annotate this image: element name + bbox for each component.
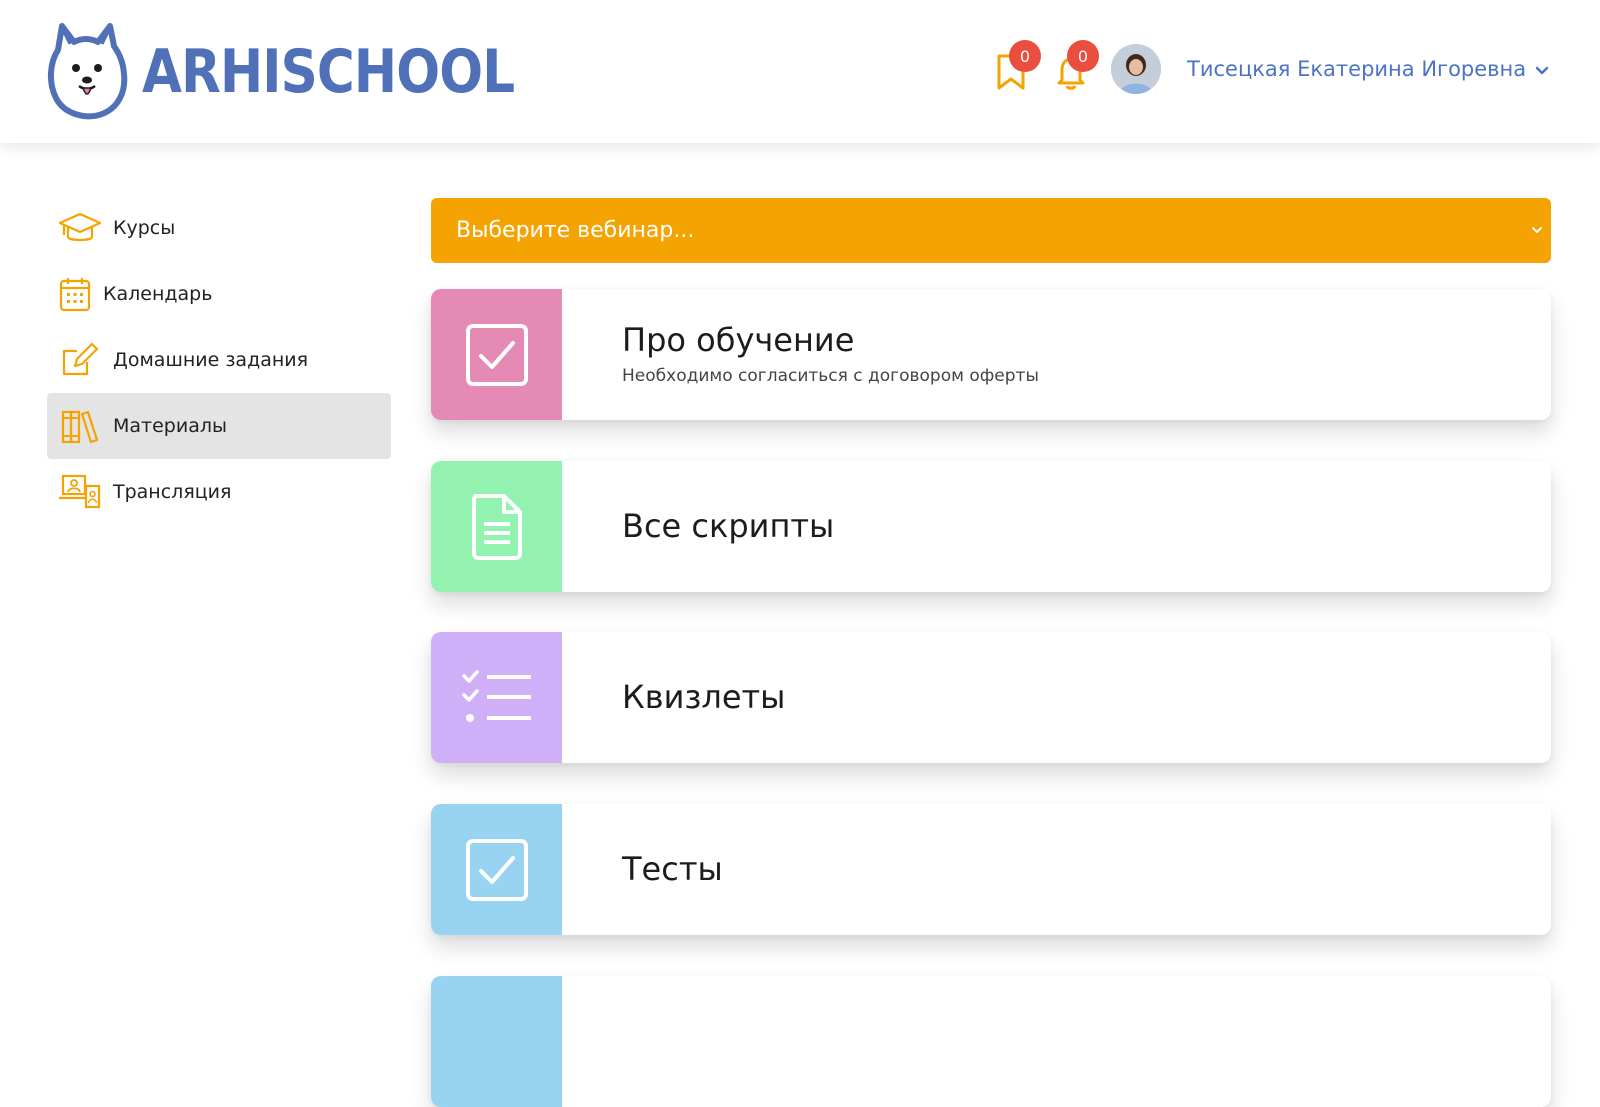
webinar-select[interactable]: Выберите вебинар...: [431, 198, 1551, 263]
sidebar-item-label: Материалы: [113, 415, 227, 437]
document-icon: [431, 461, 562, 592]
checkbox-icon: [431, 804, 562, 935]
user-name[interactable]: Тисецкая Екатерина Игоревна: [1187, 57, 1526, 81]
card-all-scripts[interactable]: Все скрипты: [431, 461, 1551, 592]
sidebar-item-materials[interactable]: Материалы: [47, 393, 391, 459]
bookmarks-count-badge: 0: [1009, 40, 1041, 72]
webinar-select-placeholder: Выберите вебинар...: [456, 218, 695, 243]
sidebar-item-courses[interactable]: Курсы: [47, 195, 391, 261]
sidebar-item-homework[interactable]: Домашние задания: [47, 327, 391, 393]
sidebar-item-broadcast[interactable]: Трансляция: [47, 459, 391, 525]
sidebar-item-label: Домашние задания: [113, 349, 309, 371]
sidebar-item-calendar[interactable]: Календарь: [47, 261, 391, 327]
sidebar: Курсы Календарь Домашние задания Материа…: [47, 195, 391, 525]
notifications-count-badge: 0: [1067, 40, 1099, 72]
card-icon-tile: [431, 976, 562, 1107]
edit-icon: [57, 340, 103, 380]
checkbox-icon: [431, 289, 562, 420]
checklist-icon: [431, 632, 562, 763]
top-header: ARHISCHOOL 0 0 Тисецкая Екатерина Игорев…: [0, 0, 1600, 143]
sidebar-item-label: Календарь: [103, 283, 213, 305]
chevron-down-icon[interactable]: [1532, 60, 1552, 80]
graduation-cap-icon: [57, 208, 103, 248]
card-title: Все скрипты: [622, 506, 835, 545]
calendar-icon: [57, 274, 93, 314]
sidebar-item-label: Курсы: [113, 217, 176, 239]
card-title: Тесты: [622, 849, 723, 888]
card-subtitle: Необходимо согласиться с договором оферт…: [622, 366, 1039, 387]
sidebar-item-label: Трансляция: [113, 481, 232, 503]
card-about-learning[interactable]: Про обучение Необходимо согласиться с до…: [431, 289, 1551, 420]
brand-name: ARHISCHOOL: [142, 37, 515, 107]
avatar[interactable]: [1111, 44, 1161, 94]
chevron-down-icon: [1529, 222, 1545, 238]
card-tests[interactable]: Тесты: [431, 804, 1551, 935]
broadcast-icon: [57, 472, 103, 512]
card-title: Про обучение: [622, 320, 855, 359]
logo[interactable]: ARHISCHOOL: [46, 22, 575, 122]
card-quizlets[interactable]: Квизлеты: [431, 632, 1551, 763]
card-title: Квизлеты: [622, 677, 786, 716]
books-icon: [57, 406, 103, 446]
samoyed-logo-icon: [48, 23, 128, 120]
card-partial[interactable]: [431, 976, 1551, 1107]
